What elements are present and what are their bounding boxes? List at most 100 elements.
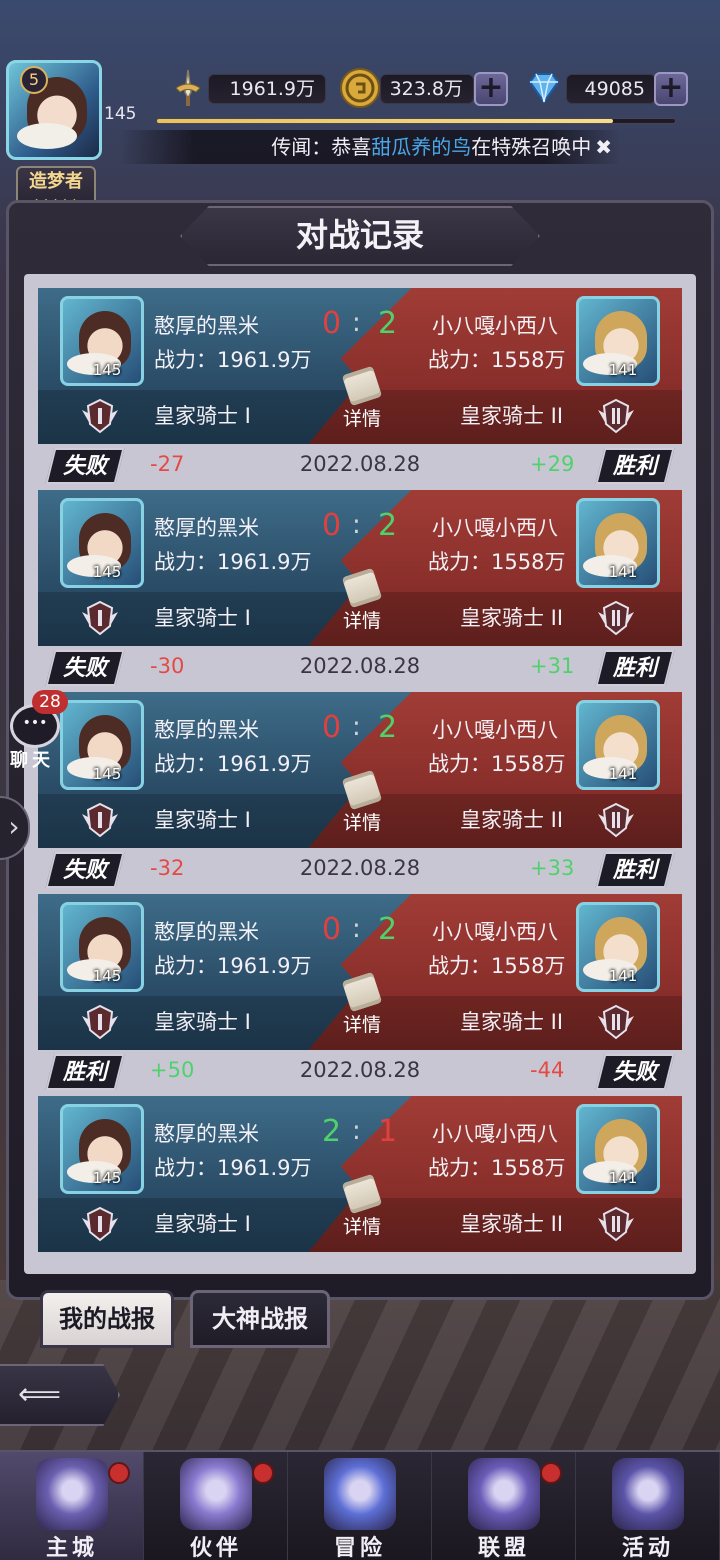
panel-title: 对战记录 bbox=[295, 216, 424, 254]
rumor-suffix: 在特殊召唤中 bbox=[471, 135, 592, 159]
nav-label: 活动 bbox=[621, 1536, 674, 1560]
my-power: 战力：1961.9万 bbox=[154, 954, 312, 978]
tab-my-reports[interactable]: 我的战报 bbox=[40, 1290, 174, 1348]
opponent-portrait[interactable]: 141 bbox=[576, 1104, 660, 1194]
points-delta-right: +31 bbox=[530, 654, 575, 678]
detail-label: 详情 bbox=[342, 610, 381, 632]
opponent-level: 141 bbox=[608, 1169, 638, 1187]
points-delta-right: +33 bbox=[530, 856, 575, 880]
opponent-name: 小八嘎小西八 bbox=[432, 516, 558, 540]
detail-label: 详情 bbox=[342, 812, 381, 834]
notification-dot bbox=[540, 1462, 562, 1484]
back-arrow-icon: ⟸ bbox=[18, 1377, 62, 1412]
rank-emblem-icon bbox=[82, 398, 118, 434]
result-row: 失败 -27 2022.08.28 +29 胜利 bbox=[38, 444, 682, 490]
my-portrait[interactable]: 145 bbox=[60, 296, 144, 386]
my-level: 145 bbox=[92, 765, 122, 783]
opponent-rank: 皇家骑士 II bbox=[460, 1010, 564, 1034]
my-portrait[interactable]: 145 bbox=[60, 498, 144, 588]
detail-label: 详情 bbox=[342, 408, 381, 430]
record-card: 145 憨厚的黑米 战力：1961.9万 2 : 1 小八嘎小西八 战力：155… bbox=[38, 1096, 682, 1252]
my-score: 0 bbox=[322, 710, 342, 745]
nav-item[interactable]: 联盟 bbox=[432, 1452, 576, 1560]
add-gems-button[interactable]: + bbox=[654, 72, 688, 106]
points-delta-right: +29 bbox=[530, 452, 575, 476]
my-portrait[interactable]: 145 bbox=[60, 1104, 144, 1194]
my-power: 战力：1961.9万 bbox=[154, 752, 312, 776]
opponent-portrait[interactable]: 141 bbox=[576, 902, 660, 992]
opponent-portrait[interactable]: 141 bbox=[576, 498, 660, 588]
my-power: 战力：1961.9万 bbox=[154, 348, 312, 372]
opponent-score: 2 bbox=[378, 710, 398, 745]
title-text: 造梦者 bbox=[29, 171, 83, 192]
detail-button[interactable]: 详情 bbox=[334, 567, 390, 638]
record-card: 145 憨厚的黑米 战力：1961.9万 0 : 2 小八嘎小西八 战力：155… bbox=[38, 894, 682, 1050]
diamond-icon bbox=[528, 73, 560, 104]
nav-item[interactable]: 冒险 bbox=[288, 1452, 432, 1560]
nav-item[interactable]: 伙伴 bbox=[144, 1452, 288, 1560]
avatar-pet bbox=[17, 123, 77, 149]
record-card: 145 憨厚的黑米 战力：1961.9万 0 : 2 小八嘎小西八 战力：155… bbox=[38, 692, 682, 848]
record-list[interactable]: 145 憨厚的黑米 战力：1961.9万 0 : 2 小八嘎小西八 战力：155… bbox=[24, 274, 696, 1274]
result-right: 胜利 bbox=[612, 857, 657, 883]
opponent-power: 战力：1558万 bbox=[428, 1156, 566, 1180]
nav-label: 主城 bbox=[45, 1536, 98, 1560]
wizard-hat-icon bbox=[180, 1458, 252, 1530]
opponent-name: 小八嘎小西八 bbox=[432, 718, 558, 742]
power-value: 1961.9万 bbox=[208, 74, 326, 104]
close-icon[interactable]: ✖ bbox=[595, 135, 612, 159]
my-portrait[interactable]: 145 bbox=[60, 902, 144, 992]
rumor-ticker: 传闻：恭喜甜瓜养的鸟在特殊召唤中 ✖ bbox=[120, 130, 620, 164]
opponent-name: 小八嘎小西八 bbox=[432, 920, 558, 944]
rank-emblem-icon bbox=[82, 600, 118, 636]
my-rank: 皇家骑士 I bbox=[154, 808, 251, 832]
gold-coin-icon bbox=[340, 68, 380, 108]
opponent-power: 战力：1558万 bbox=[428, 348, 566, 372]
detail-button[interactable]: 详情 bbox=[334, 1173, 390, 1244]
rank-emblem-icon bbox=[598, 802, 634, 838]
sword-power-icon bbox=[175, 69, 201, 106]
opponent-power: 战力：1558万 bbox=[428, 752, 566, 776]
score-separator: : bbox=[352, 308, 361, 338]
my-name: 憨厚的黑米 bbox=[154, 920, 259, 944]
nav-label: 冒险 bbox=[333, 1536, 386, 1560]
exp-bar-fill bbox=[157, 119, 613, 123]
vip-level-badge: 5 bbox=[20, 66, 48, 94]
add-gold-button[interactable]: + bbox=[474, 72, 508, 106]
bottom-nav: 主城 伙伴 冒险 联盟 活动 bbox=[0, 1450, 720, 1560]
chat-button[interactable]: 28 聊天 bbox=[4, 690, 68, 771]
opponent-portrait[interactable]: 141 bbox=[576, 296, 660, 386]
detail-button[interactable]: 详情 bbox=[334, 769, 390, 840]
nav-item[interactable]: 主城 bbox=[0, 1452, 144, 1560]
rumor-player-name: 甜瓜养的鸟 bbox=[371, 135, 472, 159]
my-rank: 皇家骑士 I bbox=[154, 606, 251, 630]
rank-emblem-icon bbox=[82, 1206, 118, 1242]
rumor-prefix: 传闻：恭喜 bbox=[271, 135, 372, 159]
detail-button[interactable]: 详情 bbox=[334, 971, 390, 1042]
notification-dot bbox=[252, 1462, 274, 1484]
scroll-icon bbox=[341, 971, 383, 1013]
rank-emblem-icon bbox=[598, 1004, 634, 1040]
opponent-level: 141 bbox=[608, 765, 638, 783]
result-row: 失败 -30 2022.08.28 +31 胜利 bbox=[38, 646, 682, 692]
match-date: 2022.08.28 bbox=[299, 654, 421, 678]
cards-icon bbox=[612, 1458, 684, 1530]
result-right: 失败 bbox=[612, 1059, 657, 1085]
opponent-score: 2 bbox=[378, 508, 398, 543]
opponent-name: 小八嘎小西八 bbox=[432, 1122, 558, 1146]
result-row: 胜利 +50 2022.08.28 -44 失败 bbox=[38, 1050, 682, 1096]
my-portrait[interactable]: 145 bbox=[60, 700, 144, 790]
player-level: 145 bbox=[104, 104, 137, 124]
detail-button[interactable]: 详情 bbox=[334, 365, 390, 436]
opponent-rank: 皇家骑士 II bbox=[460, 606, 564, 630]
nav-item[interactable]: 活动 bbox=[576, 1452, 720, 1560]
opponent-portrait[interactable]: 141 bbox=[576, 700, 660, 790]
opponent-level: 141 bbox=[608, 361, 638, 379]
tab-master-reports[interactable]: 大神战报 bbox=[190, 1290, 330, 1348]
score-separator: : bbox=[352, 1116, 361, 1146]
opponent-level: 141 bbox=[608, 967, 638, 985]
score-separator: : bbox=[352, 914, 361, 944]
my-level: 145 bbox=[92, 967, 122, 985]
back-button[interactable]: ⟸ bbox=[0, 1364, 120, 1426]
match-date: 2022.08.28 bbox=[299, 452, 421, 476]
